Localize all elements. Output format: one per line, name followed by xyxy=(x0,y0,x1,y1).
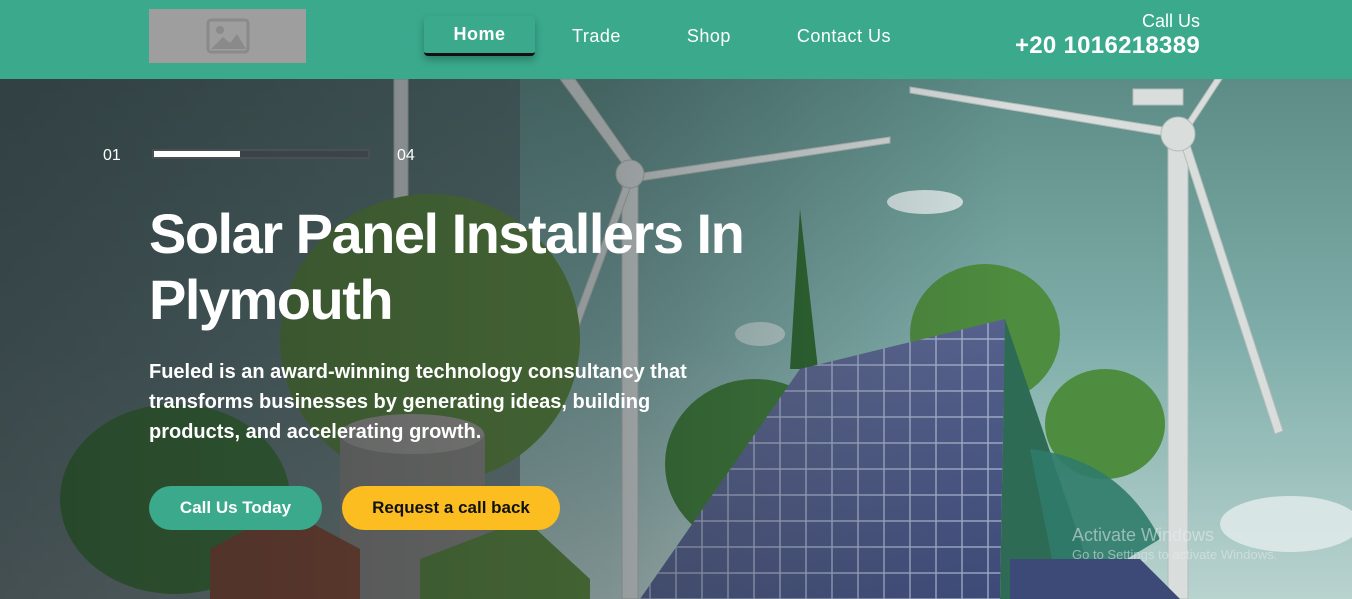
hero-title: Solar Panel Installers In Plymouth xyxy=(149,202,745,331)
logo-placeholder[interactable] xyxy=(149,9,306,63)
nav-item-shop[interactable]: Shop xyxy=(687,16,731,56)
slide-total-number: 04 xyxy=(397,147,415,164)
nav-item-contact-us[interactable]: Contact Us xyxy=(797,16,891,56)
call-us-phone-link[interactable]: +20 1016218389 xyxy=(1015,31,1200,61)
slide-progress-bar xyxy=(152,149,370,159)
main-nav: Home Trade Shop Contact Us xyxy=(424,16,891,56)
call-us-label: Call Us xyxy=(1141,11,1200,31)
call-us-today-button[interactable]: Call Us Today xyxy=(149,486,322,530)
nav-item-home[interactable]: Home xyxy=(424,16,535,56)
slide-current-number: 01 xyxy=(103,147,121,164)
hero-slider: 01 04 Solar Panel Installers In Plymouth… xyxy=(0,79,1352,599)
request-call-back-button[interactable]: Request a call back xyxy=(342,486,560,530)
nav-item-trade[interactable]: Trade xyxy=(572,16,621,56)
watermark-title: Activate Windows xyxy=(1072,525,1215,545)
slide-progress-fill xyxy=(154,151,240,157)
site-header: Home Trade Shop Contact Us Call Us +20 1… xyxy=(0,0,1352,79)
windows-activation-watermark: Activate Windows Go to Settings to activ… xyxy=(1072,524,1277,564)
page: Home Trade Shop Contact Us Call Us +20 1… xyxy=(0,0,1352,599)
hero-description: Fueled is an award-winning technology co… xyxy=(149,361,687,443)
watermark-subtitle: Go to Settings to activate Windows. xyxy=(1072,547,1278,562)
image-placeholder-icon xyxy=(206,18,249,54)
call-us-block: Call Us +20 1016218389 xyxy=(1015,11,1200,61)
